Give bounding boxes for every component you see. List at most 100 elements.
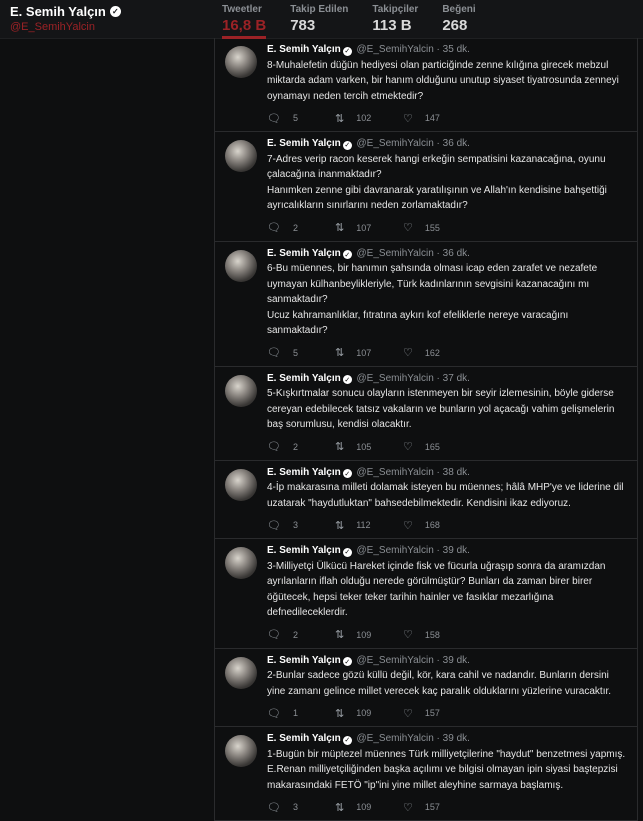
stat-value: 16,8 B <box>222 17 267 34</box>
stat-value: 268 <box>442 17 468 34</box>
reply-button[interactable]: 🗨︎ 3 <box>267 519 335 532</box>
tweet-author-name[interactable]: E. Semih Yalçın <box>267 467 341 478</box>
tweet-timestamp[interactable]: 38 dk. <box>443 467 470 478</box>
retweet-button[interactable]: ⇅ 109 <box>335 707 403 720</box>
reply-button[interactable]: 🗨︎ 3 <box>267 801 335 814</box>
profile-handle: @E_SemihYalcin <box>10 21 95 33</box>
tweet-card[interactable]: E. Semih Yalçın ✓ @E_SemihYalcin · 36 dk.… <box>215 132 637 242</box>
verified-badge-icon: ✓ <box>342 735 352 745</box>
retweet-count: 107 <box>356 347 372 358</box>
like-count: 158 <box>424 629 440 640</box>
retweet-button[interactable]: ⇅ 105 <box>335 440 403 453</box>
tweet-actions: 🗨︎ 3 ⇅ 112 ♡ 168 <box>267 518 629 532</box>
stat-label: Takipçiler <box>372 4 419 15</box>
reply-button[interactable]: 🗨︎ 5 <box>267 346 335 359</box>
retweet-button[interactable]: ⇅ 107 <box>335 221 403 234</box>
like-button[interactable]: ♡ 147 <box>403 112 471 125</box>
tweet-timestamp[interactable]: 39 dk. <box>443 545 470 556</box>
retweet-count: 109 <box>356 802 372 812</box>
tweet-card[interactable]: E. Semih Yalçın ✓ @E_SemihYalcin · 39 dk.… <box>215 727 637 821</box>
retweet-icon: ⇅ <box>335 222 345 234</box>
tweet-card[interactable]: E. Semih Yalçın ✓ @E_SemihYalcin · 39 dk.… <box>215 539 637 649</box>
tweet-timestamp[interactable]: 39 dk. <box>443 655 470 666</box>
like-button[interactable]: ♡ 168 <box>403 519 471 532</box>
reply-button[interactable]: 🗨︎ 2 <box>267 628 335 641</box>
tweet-author-name[interactable]: E. Semih Yalçın <box>267 373 341 384</box>
retweet-count: 107 <box>356 222 372 233</box>
retweet-button[interactable]: ⇅ 109 <box>335 801 403 814</box>
reply-icon: 🗨︎ <box>267 441 281 453</box>
reply-button[interactable]: 🗨︎ 2 <box>267 440 335 453</box>
tweet-author-name[interactable]: E. Semih Yalçın <box>267 733 341 744</box>
reply-icon: 🗨︎ <box>267 347 281 359</box>
tweet-text: 1-Bugün bir müptezel müennes Türk milliy… <box>267 748 626 791</box>
like-count: 168 <box>424 520 440 530</box>
reply-icon: 🗨︎ <box>267 112 281 125</box>
like-button[interactable]: ♡ 157 <box>403 707 471 720</box>
tweet-card[interactable]: E. Semih Yalçın ✓ @E_SemihYalcin · 39 dk.… <box>215 649 637 727</box>
tweet-author-name[interactable]: E. Semih Yalçın <box>267 44 341 55</box>
retweet-icon: ⇅ <box>335 347 345 359</box>
tweet-timestamp[interactable]: 35 dk. <box>443 44 470 55</box>
tweet-timestamp[interactable]: 36 dk. <box>443 248 470 259</box>
retweet-count: 109 <box>356 708 372 718</box>
separator: · <box>436 138 440 149</box>
reply-button[interactable]: 🗨︎ 1 <box>267 707 335 720</box>
tweet-actions: 🗨︎ 2 ⇅ 105 ♡ 165 <box>267 440 629 454</box>
tweet-timestamp[interactable]: 39 dk. <box>443 733 470 744</box>
tweet-author-name[interactable]: E. Semih Yalçın <box>267 248 341 259</box>
tweet-author-handle[interactable]: @E_SemihYalcin <box>357 373 434 384</box>
heart-icon: ♡ <box>403 629 413 641</box>
avatar[interactable] <box>225 374 257 407</box>
like-button[interactable]: ♡ 162 <box>403 346 471 359</box>
tweet-author-name[interactable]: E. Semih Yalçın <box>267 138 341 149</box>
retweet-button[interactable]: ⇅ 112 <box>335 519 403 532</box>
tweet-timestamp[interactable]: 36 dk. <box>443 138 470 149</box>
tweet-author-name[interactable]: E. Semih Yalçın <box>267 545 341 556</box>
separator: · <box>436 44 440 55</box>
tweet-author-handle[interactable]: @E_SemihYalcin <box>357 467 434 478</box>
like-button[interactable]: ♡ 165 <box>403 440 471 453</box>
stat-followers[interactable]: Takipçiler 113 B <box>372 4 418 39</box>
avatar[interactable] <box>225 468 257 501</box>
avatar[interactable] <box>225 656 257 689</box>
retweet-button[interactable]: ⇅ 107 <box>335 346 403 359</box>
stat-likes[interactable]: Beğeni 268 <box>442 4 475 39</box>
tweet-timestamp[interactable]: 37 dk. <box>443 373 470 384</box>
tweet-author-handle[interactable]: @E_SemihYalcin <box>357 655 434 666</box>
tweet-author-handle[interactable]: @E_SemihYalcin <box>357 44 434 55</box>
retweet-button[interactable]: ⇅ 102 <box>335 112 403 125</box>
tweet-author-handle[interactable]: @E_SemihYalcin <box>357 733 434 744</box>
tweet-card[interactable]: E. Semih Yalçın ✓ @E_SemihYalcin · 36 dk.… <box>215 242 637 367</box>
retweet-button[interactable]: ⇅ 109 <box>335 628 403 641</box>
tweet-author-handle[interactable]: @E_SemihYalcin <box>357 138 434 149</box>
reply-button[interactable]: 🗨︎ 2 <box>267 221 335 234</box>
tweet-header: E. Semih Yalçın ✓ @E_SemihYalcin · 36 dk. <box>267 138 629 150</box>
avatar[interactable] <box>225 735 257 767</box>
tweet-author-handle[interactable]: @E_SemihYalcin <box>357 545 434 556</box>
reply-button[interactable]: 🗨︎ 5 <box>267 112 335 125</box>
stat-tweets[interactable]: Tweetler 16,8 B <box>222 4 267 39</box>
tweet-author-handle[interactable]: @E_SemihYalcin <box>357 248 434 259</box>
avatar[interactable] <box>225 140 257 172</box>
avatar[interactable] <box>225 547 257 579</box>
retweet-icon: ⇅ <box>335 801 345 814</box>
stat-following[interactable]: Takip Edilen 783 <box>290 4 348 39</box>
reply-count: 3 <box>292 520 298 530</box>
like-button[interactable]: ♡ 155 <box>403 221 471 234</box>
tweet-text: 8-Muhalefetin düğün hediyesi olan partic… <box>267 59 619 102</box>
tweet-author-name[interactable]: E. Semih Yalçın <box>267 655 341 666</box>
like-button[interactable]: ♡ 157 <box>403 801 471 814</box>
tweet-card[interactable]: E. Semih Yalçın ✓ @E_SemihYalcin · 38 dk.… <box>215 461 637 539</box>
like-count: 147 <box>424 113 440 123</box>
avatar[interactable] <box>225 249 257 282</box>
tweet-card[interactable]: E. Semih Yalçın ✓ @E_SemihYalcin · 37 dk.… <box>215 367 637 461</box>
like-button[interactable]: ♡ 158 <box>403 628 471 641</box>
tweet-text: 2-Bunlar sadece gözü küllü değil, kör, k… <box>267 670 612 697</box>
avatar[interactable] <box>225 46 257 78</box>
profile-name[interactable]: E. Semih Yalçın <box>10 4 106 19</box>
separator: · <box>436 733 440 744</box>
retweet-icon: ⇅ <box>335 707 345 720</box>
tweet-card[interactable]: E. Semih Yalçın ✓ @E_SemihYalcin · 35 dk.… <box>215 38 637 132</box>
separator: · <box>436 247 440 259</box>
